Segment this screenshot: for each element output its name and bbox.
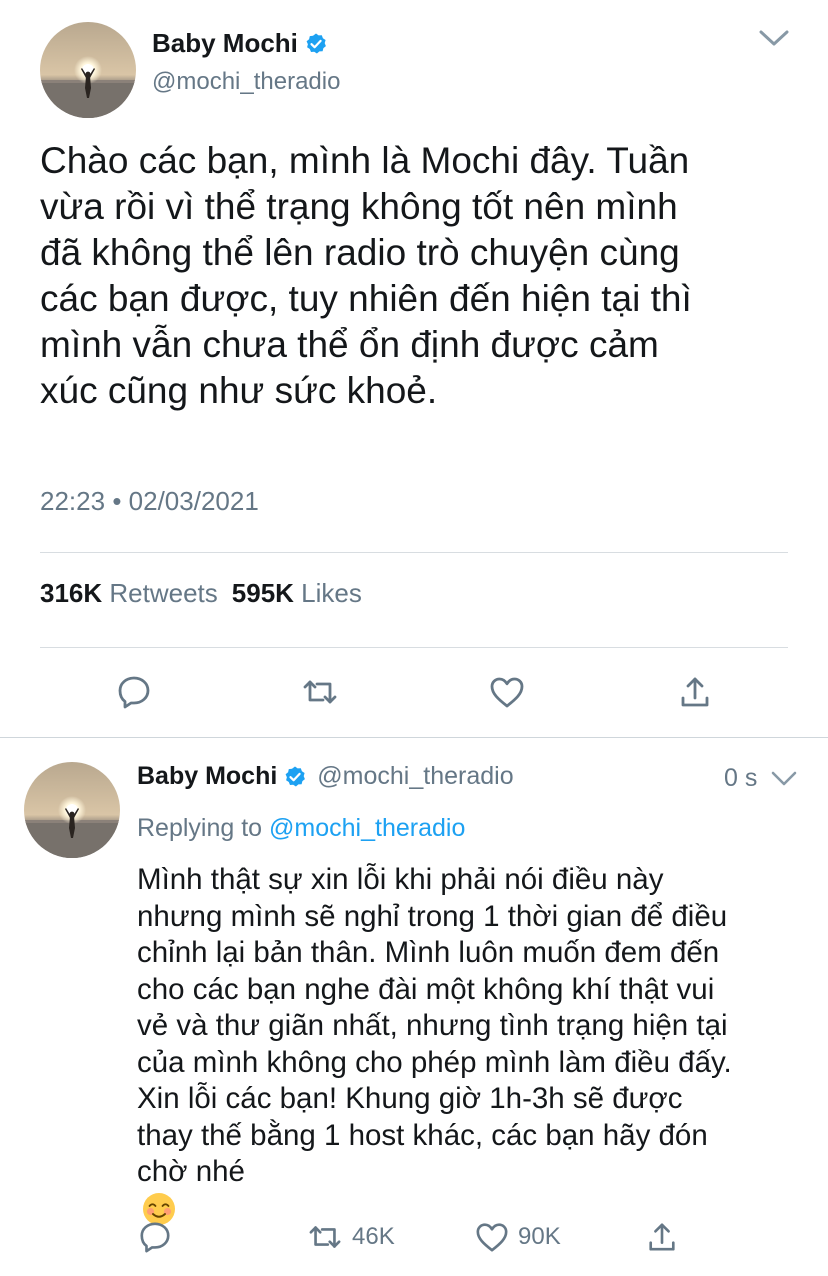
retweet-count: 46K: [352, 1223, 395, 1250]
tweet-text-line: xúc cũng như sức khoẻ.: [40, 370, 438, 411]
author-name-row[interactable]: Baby Mochi @mochi_theradio: [137, 762, 514, 791]
retweet-icon[interactable]: [306, 1220, 344, 1254]
tweet-text-line-last: chờ nhé: [137, 1154, 817, 1227]
tweet-text: Mình thật sự xin lỗi khi phải nói điều n…: [137, 862, 817, 1227]
tweet-text-line: đã không thể lên radio trò chuyện cùng: [40, 232, 680, 273]
retweets-stat[interactable]: 316K Retweets: [40, 578, 218, 608]
chevron-down-icon[interactable]: [770, 770, 798, 788]
main-tweet: Baby Mochi @mochi_theradio Chào các bạn,…: [0, 0, 828, 738]
display-name[interactable]: Baby Mochi: [137, 762, 277, 791]
chevron-down-icon[interactable]: [758, 28, 790, 48]
tweet-stats: 316K Retweets 595K Likes: [40, 578, 362, 609]
reply-tweet[interactable]: Baby Mochi @mochi_theradio 0 s Replying …: [0, 738, 828, 1276]
tweet-timestamp: 22:23 • 02/03/2021: [40, 486, 259, 517]
likes-label: Likes: [301, 578, 362, 608]
verified-badge-icon: [304, 32, 328, 56]
tweet-text-line: Mình thật sự xin lỗi khi phải nói điều n…: [137, 863, 664, 896]
likes-stat[interactable]: 595K Likes: [232, 578, 362, 608]
tweet-text-line: các bạn được, tuy nhiên đến hiện tại thì: [40, 278, 692, 319]
replying-prefix: Replying to: [137, 814, 263, 842]
reply-icon[interactable]: [138, 1220, 172, 1254]
likes-count: 595K: [231, 578, 294, 608]
tweet-text-line: mình vẫn chưa thể ổn định được cảm: [40, 324, 659, 365]
share-action[interactable]: [646, 1220, 678, 1254]
reply-icon[interactable]: [116, 674, 152, 710]
divider: [40, 552, 788, 553]
reply-action[interactable]: [138, 1220, 172, 1254]
retweet-action[interactable]: 46K: [306, 1220, 395, 1254]
avatar-image: [40, 22, 136, 118]
tweet-text-line: vẻ và thư giãn nhất, nhưng tình trạng hi…: [137, 1009, 728, 1042]
author-handle[interactable]: @mochi_theradio: [152, 68, 340, 96]
retweets-label: Retweets: [109, 578, 218, 608]
share-icon[interactable]: [678, 674, 712, 710]
tweet-text-line: chỉnh lại bản thân. Mình luôn muốn đem đ…: [137, 936, 720, 969]
share-icon[interactable]: [646, 1220, 678, 1254]
retweet-icon[interactable]: [300, 674, 340, 710]
verified-badge-icon: [283, 765, 307, 789]
tweet-text-line: cho các bạn nghe đài một không khí thật …: [137, 972, 715, 1006]
tweet-text-line: vừa rồi vì thể trạng không tốt nên mình: [40, 186, 678, 227]
replying-to: Replying to @mochi_theradio: [137, 814, 465, 843]
like-action[interactable]: 90K: [474, 1220, 561, 1254]
tweet-date: 02/03/2021: [128, 486, 259, 516]
heart-icon[interactable]: [488, 674, 526, 710]
like-count: 90K: [518, 1223, 561, 1250]
divider: [40, 647, 788, 648]
avatar-image: [24, 762, 120, 858]
tweet-time: 0 s: [724, 764, 758, 792]
tweet-text-line: chờ nhé: [137, 1155, 245, 1188]
tweet-text-line: nhưng mình sẽ nghỉ trong 1 thời gian để …: [137, 899, 728, 933]
retweets-count: 316K: [40, 578, 103, 608]
author-handle[interactable]: @mochi_theradio: [317, 762, 513, 791]
avatar[interactable]: [40, 22, 136, 118]
tweet-text: Chào các bạn, mình là Mochi đây. Tuần vừ…: [40, 138, 800, 414]
heart-icon[interactable]: [474, 1220, 510, 1254]
tweet-text-line: thay thế bằng 1 host khác, các bạn hãy đ…: [137, 1118, 708, 1152]
tweet-text-line: Xin lỗi các bạn! Khung giờ 1h-3h sẽ được: [137, 1082, 683, 1115]
timestamp-separator: •: [112, 486, 122, 516]
tweet-text-line: Chào các bạn, mình là Mochi đây. Tuần: [40, 140, 690, 181]
display-name[interactable]: Baby Mochi: [152, 28, 298, 59]
avatar[interactable]: [24, 762, 120, 858]
tweet-text-line: của mình không cho phép mình làm điều đấ…: [137, 1045, 732, 1079]
tweet-time: 22:23: [40, 486, 106, 516]
replying-mention-link[interactable]: @mochi_theradio: [269, 814, 465, 842]
author-name-row[interactable]: Baby Mochi: [152, 28, 328, 59]
